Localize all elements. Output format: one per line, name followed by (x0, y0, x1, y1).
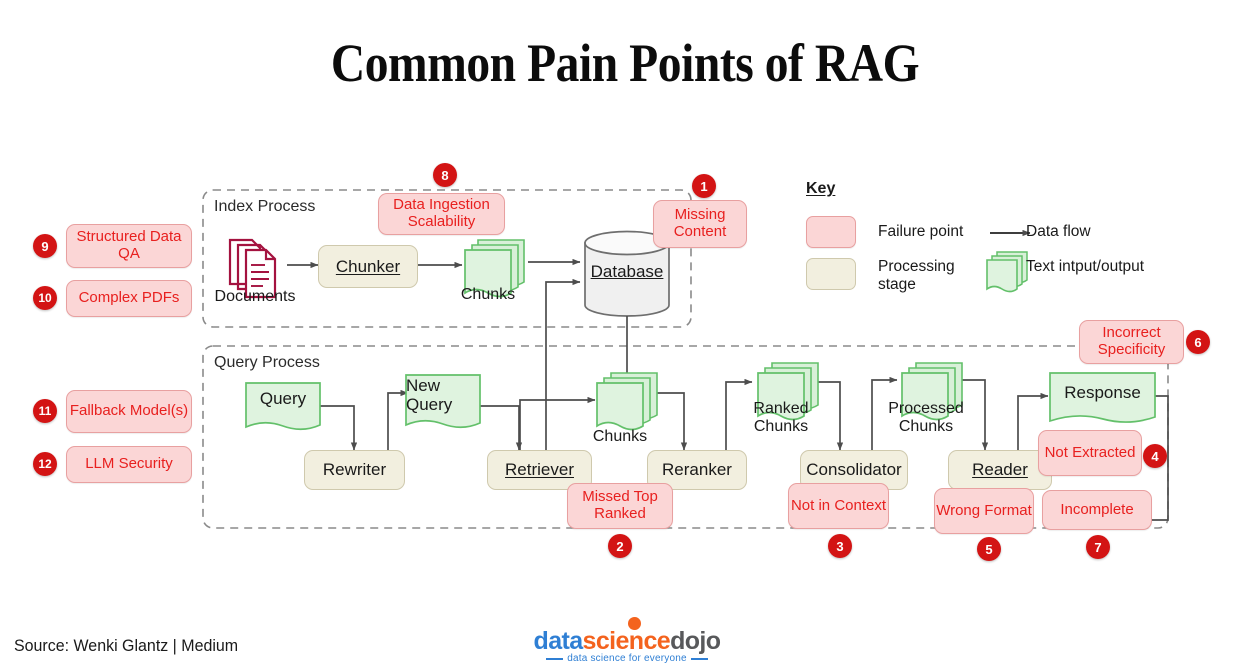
key-label-processing-stage: Processing stage (878, 258, 955, 293)
stage-reader[interactable]: Reader (948, 450, 1052, 490)
stage-rewriter-label: Rewriter (322, 460, 387, 480)
pain-point-4[interactable]: Not Extracted (1038, 430, 1142, 476)
pain-point-6-badge: 6 (1186, 330, 1210, 354)
pain-point-4-label: Not Extracted (1044, 443, 1136, 461)
pain-point-3-badge: 3 (828, 534, 852, 558)
stage-reader-label: Reader (972, 460, 1028, 480)
key-swatch-stage (806, 258, 856, 290)
pain-point-5[interactable]: Wrong Format (934, 488, 1034, 534)
query-icon (245, 382, 321, 431)
pain-point-8-label: Data Ingestion Scalability (393, 196, 490, 230)
pain-point-1[interactable]: Missing Content (653, 200, 747, 248)
pain-point-9-badge: 9 (33, 234, 57, 258)
stage-rewriter[interactable]: Rewriter (304, 450, 405, 490)
key-label-data-flow: Data flow (1026, 223, 1091, 240)
logo-tagline: data science for everyone (567, 653, 687, 664)
chunks-icon-query (596, 372, 658, 431)
key-label-failure-point: Failure point (878, 223, 964, 240)
pain-point-5-label: Wrong Format (936, 501, 1032, 519)
logo-wordmark: datasciencedojo (532, 627, 722, 656)
pain-point-12-badge: 12 (33, 452, 57, 476)
slide: Common Pain Points of RAG Index Process … (0, 0, 1250, 672)
rag-pain-points-diagram: Index Process Query Process Documents Ch… (0, 0, 1250, 672)
pain-point-8-badge: 8 (433, 163, 457, 187)
index-process-label: Index Process (214, 198, 316, 215)
stage-consolidator-label: Consolidator (806, 460, 902, 480)
pain-point-4-badge: 4 (1143, 444, 1167, 468)
stage-retriever-label: Retriever (505, 460, 574, 480)
pain-point-12[interactable]: LLM Security (66, 446, 192, 483)
pain-point-5-badge: 5 (977, 537, 1001, 561)
pain-point-10-label: Complex PDFs (78, 289, 180, 307)
query-process-label: Query Process (214, 354, 320, 371)
new-query-icon (405, 374, 481, 429)
pain-point-2-badge: 2 (608, 534, 632, 558)
stage-chunker[interactable]: Chunker (318, 245, 418, 288)
key-label-text-io: Text intput/output (1026, 258, 1145, 275)
pain-point-9[interactable]: Structured Data QA (66, 224, 192, 268)
logo-part-science: science (582, 627, 671, 655)
chunks-label-query: Chunks (592, 428, 648, 445)
processed-chunks-label: Processed Chunks (888, 400, 964, 435)
pain-point-7-badge: 7 (1086, 535, 1110, 559)
logo-part-dojo: dojo (670, 627, 721, 655)
pain-point-9-label: Structured Data QA (76, 228, 182, 262)
pain-point-7[interactable]: Incomplete (1042, 490, 1152, 530)
pain-point-11[interactable]: Fallback Model(s) (66, 390, 192, 433)
pain-point-7-label: Incomplete (1060, 500, 1134, 518)
stage-reranker-label: Reranker (662, 460, 732, 480)
response-icon (1049, 372, 1156, 423)
pain-point-11-label: Fallback Model(s) (69, 402, 189, 420)
pain-point-6-label: Incorrect Specificity (1097, 324, 1166, 358)
ranked-chunks-label: Ranked Chunks (753, 400, 809, 435)
pain-point-2-label: Missed Top Ranked (582, 488, 658, 522)
key-title: Key (806, 180, 836, 197)
pain-point-10-badge: 10 (33, 286, 57, 310)
pain-point-3-label: Not in Context (790, 496, 887, 514)
logo-part-data: data (533, 627, 584, 655)
pain-point-3[interactable]: Not in Context (788, 483, 889, 529)
documents-label: Documents (214, 288, 296, 305)
pain-point-11-badge: 11 (33, 399, 57, 423)
diagram-vector-layer (202, 189, 1169, 529)
source-credit: Source: Wenki Glantz | Medium (14, 636, 239, 655)
datasciencedojo-logo: datasciencedojo data science for everyon… (532, 617, 722, 664)
pain-point-12-label: LLM Security (85, 455, 173, 473)
stage-chunker-label: Chunker (335, 256, 401, 276)
pain-point-8[interactable]: Data Ingestion Scalability (378, 193, 505, 235)
chunks-label-index: Chunks (460, 286, 516, 303)
key-swatch-failure (806, 216, 856, 248)
pain-point-1-badge: 1 (692, 174, 716, 198)
pain-point-6[interactable]: Incorrect Specificity (1079, 320, 1184, 364)
pain-point-1-label: Missing Content (673, 206, 727, 240)
pain-point-2[interactable]: Missed Top Ranked (567, 483, 673, 529)
pain-point-10[interactable]: Complex PDFs (66, 280, 192, 317)
key-legend: Key Failure point Processing stage Data … (806, 180, 1176, 305)
